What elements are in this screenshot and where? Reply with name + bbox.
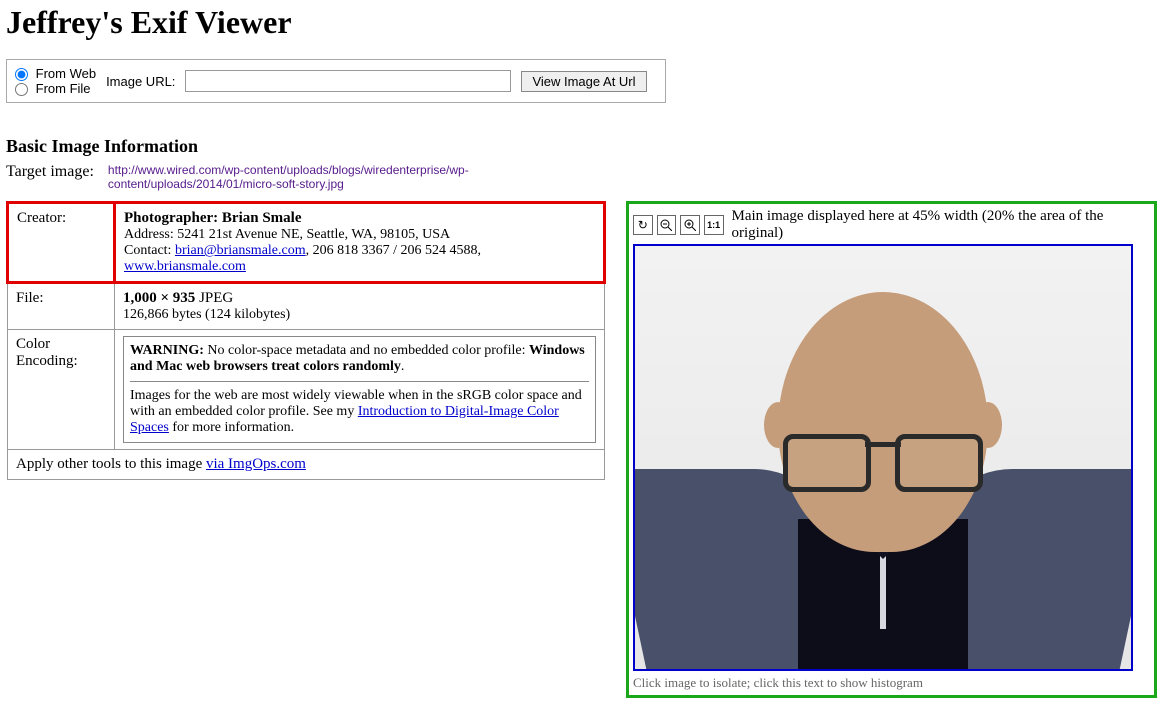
url-input[interactable] — [185, 70, 511, 92]
row-file: File: 1,000 × 935 JPEG 126,866 bytes (12… — [8, 283, 605, 330]
radio-from-file-label: From File — [36, 81, 91, 96]
row-creator: Creator: Photographer: Brian Smale Addre… — [8, 203, 605, 283]
creator-email-link[interactable]: brian@briansmale.com — [175, 243, 306, 258]
radio-from-file[interactable]: From File — [15, 81, 91, 96]
url-label: Image URL: — [106, 74, 175, 89]
info-table: Creator: Photographer: Brian Smale Addre… — [6, 201, 606, 480]
actual-size-icon[interactable]: 1:1 — [704, 215, 724, 235]
row-color: Color Encoding: WARNING: No color-space … — [8, 330, 605, 450]
file-key: File: — [8, 283, 115, 330]
color-warning-box: WARNING: No color-space metadata and no … — [123, 336, 596, 443]
color-body-post: for more information. — [169, 420, 294, 435]
creator-photographer: Photographer: Brian Smale — [124, 210, 302, 226]
target-label: Target image: — [6, 163, 94, 181]
preview-panel: ↻ 1:1 Main image displayed here at 45% w… — [626, 201, 1157, 698]
warn-text: No color-space metadata and no embedded … — [204, 343, 529, 358]
creator-site-link[interactable]: www.briansmale.com — [124, 259, 246, 274]
warn-label: WARNING: — [130, 343, 204, 358]
footer-pre: Apply other tools to this image — [16, 456, 206, 472]
row-footer: Apply other tools to this image via ImgO… — [8, 450, 605, 480]
main-image[interactable] — [633, 244, 1133, 671]
section-heading: Basic Image Information — [6, 136, 1167, 157]
rotate-icon[interactable]: ↻ — [633, 215, 653, 235]
radio-from-web-label: From Web — [36, 66, 96, 81]
creator-key: Creator: — [8, 203, 115, 283]
zoom-out-icon[interactable] — [657, 215, 677, 235]
view-image-button[interactable]: View Image At Url — [521, 71, 646, 92]
warn-period: . — [401, 359, 405, 374]
source-form: From Web From File Image URL: View Image… — [6, 59, 666, 103]
preview-caption: Main image displayed here at 45% width (… — [732, 208, 1151, 242]
color-key: Color Encoding: — [8, 330, 115, 450]
imgops-link[interactable]: via ImgOps.com — [206, 456, 306, 472]
target-url: http://www.wired.com/wp-content/uploads/… — [108, 163, 598, 191]
creator-address: Address: 5241 21st Avenue NE, Seattle, W… — [124, 227, 595, 243]
radio-from-web[interactable]: From Web — [15, 66, 96, 81]
creator-phones: , 206 818 3367 / 206 524 4588, — [306, 243, 481, 258]
histogram-hint[interactable]: Click image to isolate; click this text … — [633, 675, 1150, 691]
file-dims: 1,000 × 935 — [123, 290, 195, 306]
file-dims-suffix: JPEG — [195, 290, 233, 306]
page-title: Jeffrey's Exif Viewer — [6, 4, 1167, 41]
contact-prefix: Contact: — [124, 243, 175, 258]
zoom-in-icon[interactable] — [680, 215, 700, 235]
file-bytes: 126,866 bytes (124 kilobytes) — [123, 307, 596, 323]
